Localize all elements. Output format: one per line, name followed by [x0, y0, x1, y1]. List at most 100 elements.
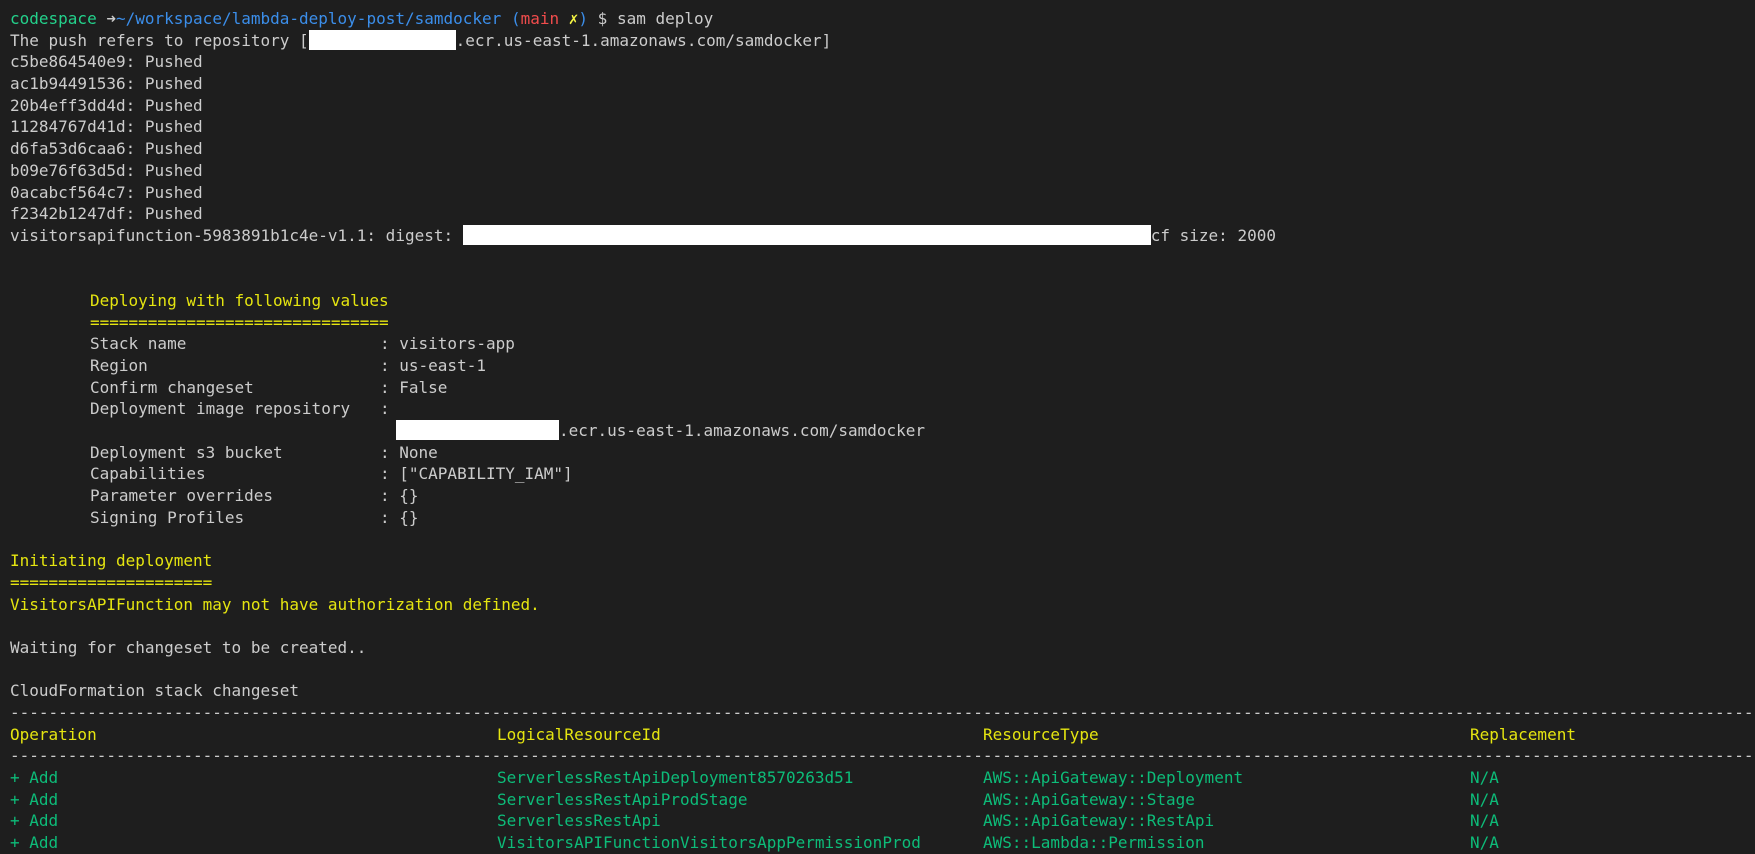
layer-line: f2342b1247df: Pushed: [10, 204, 203, 224]
deploy-row: Deployment s3 bucket : None: [10, 442, 1755, 464]
layer-status: Pushed: [144, 74, 203, 94]
cell-resource-type: AWS::ApiGateway::RestApi: [983, 811, 1215, 831]
waiting-message: Waiting for changeset to be created..: [10, 637, 367, 657]
deploy-key: Stack name: [90, 334, 187, 354]
prompt-arrow: ➜: [106, 9, 116, 28]
deploy-row: Confirm changeset : False: [10, 377, 1755, 399]
prompt-dirty-mark: ✗: [568, 9, 579, 28]
prompt-command: sam deploy: [616, 9, 714, 28]
layer-id: d6fa53d6caa6: [10, 139, 126, 159]
layer-id: f2342b1247df: [10, 204, 126, 224]
header-resource-type: ResourceType: [983, 724, 1099, 744]
initiating-underline: =====================: [10, 572, 213, 592]
layer-status: Pushed: [144, 160, 203, 180]
cell-operation: + Add: [10, 811, 59, 831]
table-separator: ----------------------------------------…: [10, 746, 1755, 766]
deploy-key: Signing Profiles: [90, 507, 245, 527]
cell-operation: + Add: [10, 789, 59, 809]
redacted-digest: [462, 224, 1151, 245]
cell-replacement: N/A: [1470, 789, 1499, 809]
layer-line: 11284767d41d: Pushed: [10, 117, 203, 137]
cell-logical-resource-id: ServerlessRestApiDeployment8570263d51: [497, 768, 854, 788]
deploy-heading-underline: ===============================: [90, 312, 389, 332]
deploy-value: :: [380, 399, 390, 419]
table-header-row: Operation LogicalResourceId ResourceType…: [10, 724, 1755, 746]
deploy-repo-line: .ecr.us-east-1.amazonaws.com/samdocker: [10, 420, 1755, 442]
prompt-path: ~/workspace/lambda-deploy-post/samdocker: [115, 9, 502, 28]
changeset-title: CloudFormation stack changeset: [10, 681, 299, 701]
layer-line: d6fa53d6caa6: Pushed: [10, 139, 203, 159]
prompt-branch-open: (: [510, 9, 521, 28]
layer-line: c5be864540e9: Pushed: [10, 52, 203, 72]
deploy-value: : None: [380, 442, 438, 462]
header-operation: Operation: [10, 724, 97, 744]
redacted-account-id: [396, 420, 559, 441]
layer-id: 0acabcf564c7: [10, 182, 126, 202]
digest-line: visitorsapifunction-5983891b1c4e-v1.1: d…: [10, 224, 1755, 247]
deploy-heading: Deploying with following values: [90, 290, 389, 310]
cell-logical-resource-id: ServerlessRestApi: [497, 811, 661, 831]
digest-prefix: visitorsapifunction-5983891b1c4e-v1.1: d…: [10, 225, 463, 245]
deploy-value: : False: [380, 377, 448, 397]
layer-id: ac1b94491536: [10, 74, 126, 94]
prompt-dollar: $: [597, 9, 608, 28]
authorization-warning: VisitorsAPIFunction may not have authori…: [10, 594, 540, 614]
deploy-key: Parameter overrides: [90, 486, 274, 506]
layer-status: Pushed: [144, 182, 203, 202]
redacted-account-id: [308, 29, 456, 50]
cell-resource-type: AWS::ApiGateway::Stage: [983, 789, 1195, 809]
prompt-branch: main: [520, 9, 560, 28]
layer-id: 11284767d41d: [10, 117, 126, 137]
table-row: + Add ServerlessRestApiDeployment8570263…: [10, 767, 1755, 789]
deploy-row: Parameter overrides : {}: [10, 485, 1755, 507]
deploy-key: Deployment image repository: [90, 399, 351, 419]
digest-suffix: cf size: 2000: [1150, 225, 1276, 245]
cell-operation: + Add: [10, 768, 59, 788]
cell-logical-resource-id: ServerlessRestApiProdStage: [497, 789, 748, 809]
cell-replacement: N/A: [1470, 811, 1499, 831]
push-intro-prefix: The push refers to repository [: [10, 30, 309, 50]
layer-status: Pushed: [144, 139, 203, 159]
layer-id: 20b4eff3dd4d: [10, 95, 126, 115]
deploy-row: Capabilities : ["CAPABILITY_IAM"]: [10, 463, 1755, 485]
layer-id: c5be864540e9: [10, 52, 126, 72]
deploy-key: Capabilities: [90, 464, 206, 484]
deploy-repo-suffix: .ecr.us-east-1.amazonaws.com/samdocker: [559, 421, 926, 441]
initiating-heading: Initiating deployment: [10, 551, 213, 571]
prompt-user: codespace: [10, 9, 97, 28]
push-intro-line: The push refers to repository [ .ecr.us-e…: [10, 29, 1755, 52]
deploy-row: Region : us-east-1: [10, 355, 1755, 377]
deploy-key: Confirm changeset: [90, 377, 254, 397]
table-row: + Add ServerlessRestApi AWS::ApiGateway:…: [10, 810, 1755, 832]
deploy-value: : visitors-app: [380, 334, 515, 354]
layer-line: b09e76f63d5d: Pushed: [10, 160, 203, 180]
header-logical-resource-id: LogicalResourceId: [497, 724, 661, 744]
layer-line: 20b4eff3dd4d: Pushed: [10, 95, 203, 115]
deploy-value: : ["CAPABILITY_IAM"]: [380, 464, 573, 484]
layer-line: 0acabcf564c7: Pushed: [10, 182, 203, 202]
deploy-row: Signing Profiles : {}: [10, 507, 1755, 529]
layer-id: b09e76f63d5d: [10, 160, 126, 180]
deploy-key: Deployment s3 bucket: [90, 442, 283, 462]
deploy-key: Region: [90, 356, 148, 375]
layer-status: Pushed: [144, 52, 203, 72]
terminal-output[interactable]: codespace ➜~/workspace/lambda-deploy-pos…: [10, 8, 1755, 854]
deploy-row: Deployment image repository:: [10, 398, 1755, 420]
deploy-value: : {}: [380, 486, 419, 506]
table-separator: ----------------------------------------…: [10, 703, 1755, 722]
prompt-branch-close: ): [578, 9, 589, 28]
header-replacement: Replacement: [1470, 724, 1576, 744]
prompt-line: codespace ➜~/workspace/lambda-deploy-pos…: [10, 8, 1755, 30]
deploy-value: : {}: [380, 507, 419, 527]
layer-line: ac1b94491536: Pushed: [10, 74, 203, 94]
cell-replacement: N/A: [1470, 768, 1499, 788]
push-intro-suffix: .ecr.us-east-1.amazonaws.com/samdocker]: [455, 30, 832, 50]
layer-status: Pushed: [144, 95, 203, 115]
table-row: + Add ServerlessRestApiProdStage AWS::Ap…: [10, 789, 1755, 811]
deploy-value: : us-east-1: [380, 356, 486, 375]
